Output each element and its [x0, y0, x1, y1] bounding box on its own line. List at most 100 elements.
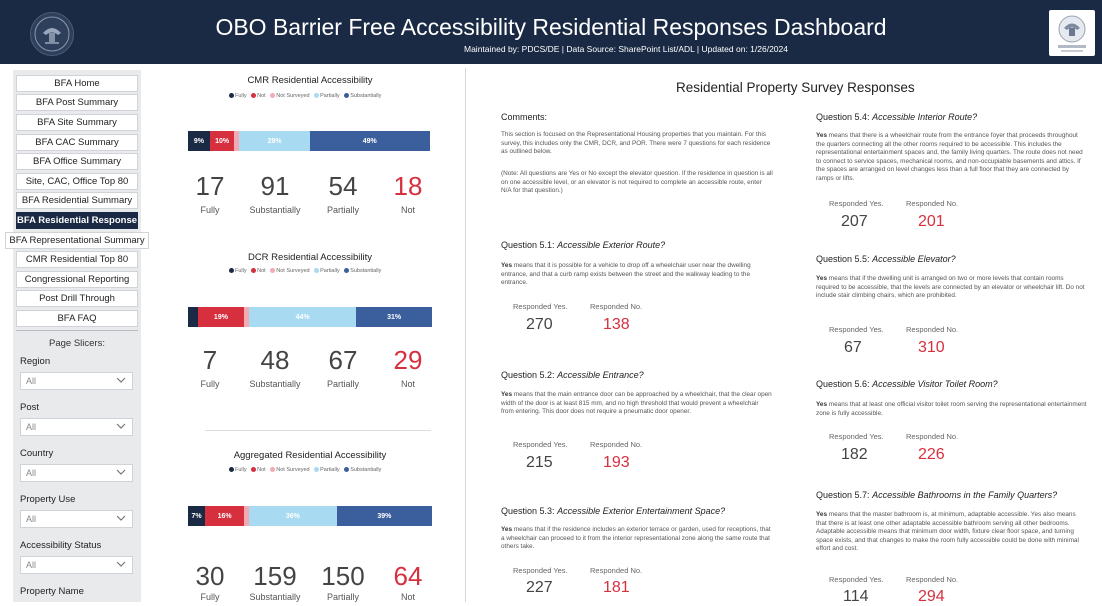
comments-note: (Note: All questions are Yes or No excep…	[501, 170, 773, 195]
count-not: 64	[393, 561, 423, 591]
question-number: Question 5.6:	[816, 379, 870, 389]
comments-text: This section is focused on the Represent…	[501, 131, 771, 156]
nav-bfa-site-summary[interactable]: BFA Site Summary	[16, 114, 138, 131]
region-dropdown[interactable]: All	[20, 372, 133, 390]
bar-segment-partially[interactable]: 29%	[239, 131, 310, 151]
bar-segment-not[interactable]: 16%	[205, 506, 245, 526]
country-dropdown[interactable]: All	[20, 464, 133, 482]
nav-bfa-residential-responses[interactable]: BFA Residential Responses	[16, 212, 138, 229]
post-dropdown[interactable]: All	[20, 418, 133, 436]
nav-cmr-residential-top-80[interactable]: CMR Residential Top 80	[16, 251, 138, 268]
chevron-down-icon	[116, 561, 126, 567]
chevron-down-icon	[116, 423, 126, 429]
bar-segment-substantially[interactable]: 49%	[309, 131, 430, 151]
legend-label: Substantially	[350, 268, 382, 274]
legend-label: Substantially	[350, 467, 382, 473]
slicer-label-property-name: Property Name	[20, 586, 84, 597]
bar-segment-not[interactable]: 19%	[197, 307, 245, 327]
responded-yes-label: Responded Yes.	[829, 325, 884, 334]
responded-yes-value: 270	[526, 316, 553, 333]
nav-bfa-faq[interactable]: BFA FAQ	[16, 310, 138, 327]
responded-no-value: 193	[603, 454, 630, 471]
responded-yes-label: Responded Yes.	[829, 199, 884, 208]
chart-divider	[205, 430, 431, 431]
nav-congressional-reporting[interactable]: Congressional Reporting	[16, 271, 138, 288]
question-number: Question 5.2:	[501, 370, 555, 380]
responded-yes-label: Responded Yes.	[829, 575, 884, 584]
header-bar: OBO Barrier Free Accessibility Residenti…	[0, 0, 1102, 64]
question-heading: Question 5.3: Accessible Exterior Entert…	[501, 506, 725, 516]
bar-segment-fully[interactable]: 7%	[188, 506, 206, 526]
legend-label: Not	[257, 93, 266, 99]
count-substantially: 159	[253, 561, 297, 591]
legend-label: Not	[257, 268, 266, 274]
bar-segment-substantially[interactable]: 39%	[336, 506, 432, 526]
region-dropdown-value: All	[26, 376, 37, 386]
stacked-bar-aggregated[interactable]: 7% 16% 36% 39%	[188, 506, 432, 526]
chevron-down-icon	[116, 515, 126, 521]
question-text: Yes means that it is possible for a vehi…	[501, 262, 773, 288]
dashboard-title: OBO Barrier Free Accessibility Residenti…	[215, 14, 887, 40]
property-use-dropdown[interactable]: All	[20, 510, 133, 528]
chart-title-cmr: CMR Residential Accessibility	[247, 75, 373, 86]
bar-segment-fully[interactable]: 9%	[188, 131, 210, 151]
bar-segment-substantially[interactable]: 31%	[356, 307, 432, 327]
nav-site-cac-office-top-80[interactable]: Site, CAC, Office Top 80	[16, 173, 138, 190]
nav-bfa-office-summary[interactable]: BFA Office Summary	[16, 153, 138, 170]
count-fully: 17	[195, 171, 225, 201]
question-text: Yes means that if the residence includes…	[501, 526, 773, 552]
accessibility-status-dropdown[interactable]: All	[20, 556, 133, 574]
nav-bfa-home[interactable]: BFA Home	[16, 75, 138, 92]
nav-bfa-residential-summary[interactable]: BFA Residential Summary	[16, 192, 138, 209]
responded-yes-value: 67	[844, 339, 862, 356]
nav-bfa-cac-summary[interactable]: BFA CAC Summary	[16, 134, 138, 151]
responded-no-value: 138	[603, 316, 630, 333]
legend-label: Not Surveyed	[276, 268, 310, 274]
question-body: means that it is possible for a vehicle …	[501, 262, 751, 287]
count-fully: 7	[202, 345, 218, 375]
legend-dot-fully	[229, 268, 234, 274]
question-number: Question 5.5:	[816, 254, 870, 264]
question-text: Yes means that if the dwelling unit is a…	[816, 275, 1088, 301]
question-heading: Question 5.4: Accessible Interior Route?	[816, 112, 977, 122]
property-use-dropdown-value: All	[26, 514, 37, 524]
bar-segment-fully[interactable]	[188, 307, 198, 327]
question-number: Question 5.7:	[816, 490, 870, 500]
chevron-down-icon	[116, 377, 126, 383]
chart-legend-dcr: Fully Not Not Surveyed Partially Substan…	[226, 268, 381, 274]
question-lead: Yes	[501, 391, 513, 398]
question-body: means that the main entrance door can be…	[501, 391, 772, 416]
bar-segment-not[interactable]: 10%	[209, 131, 235, 151]
bar-segment-partially[interactable]: 44%	[248, 307, 357, 327]
responded-yes-value: 207	[841, 213, 868, 230]
comments-heading: Comments:	[501, 112, 548, 122]
question-name: Accessible Interior Route?	[872, 112, 978, 122]
question-text: Yes means that the main entrance door ca…	[501, 391, 773, 417]
nav-post-drill-through[interactable]: Post Drill Through	[16, 290, 138, 307]
responded-no-label: Responded No.	[906, 199, 959, 208]
responded-yes-value: 215	[526, 454, 553, 471]
responded-no-label: Responded No.	[906, 325, 959, 334]
bar-segment-partially[interactable]: 36%	[248, 506, 337, 526]
question-number: Question 5.3:	[501, 506, 555, 516]
responded-yes-value: 227	[526, 579, 553, 596]
legend-dot-partially	[314, 268, 320, 274]
slicer-label-post: Post	[20, 402, 40, 413]
nav-bfa-representational-summary[interactable]: BFA Representational Summary	[5, 232, 149, 249]
stacked-bar-dcr[interactable]: 19% 44% 31%	[188, 307, 432, 327]
chart-title-dcr: DCR Residential Accessibility	[247, 252, 373, 263]
question-name: Accessible Exterior Route?	[557, 240, 666, 250]
stacked-bar-cmr[interactable]: 9% 10% 29% 49%	[188, 131, 432, 151]
legend-label: Partially	[320, 268, 340, 274]
responded-no-value: 294	[918, 588, 945, 605]
question-body: means that if the residence includes an …	[501, 526, 771, 551]
legend-dot-not-surveyed	[270, 93, 276, 99]
nav-bfa-post-summary[interactable]: BFA Post Summary	[16, 94, 138, 111]
legend-label: Not Surveyed	[276, 93, 310, 99]
responded-no-label: Responded No.	[590, 302, 643, 311]
sidebar: BFA Home BFA Post Summary BFA Site Summa…	[5, 70, 149, 602]
legend-dot-not	[251, 93, 257, 99]
responded-no-label: Responded No.	[590, 566, 643, 575]
responded-no-value: 310	[918, 339, 945, 356]
question-body: means that if the dwelling unit is arran…	[816, 275, 1085, 300]
